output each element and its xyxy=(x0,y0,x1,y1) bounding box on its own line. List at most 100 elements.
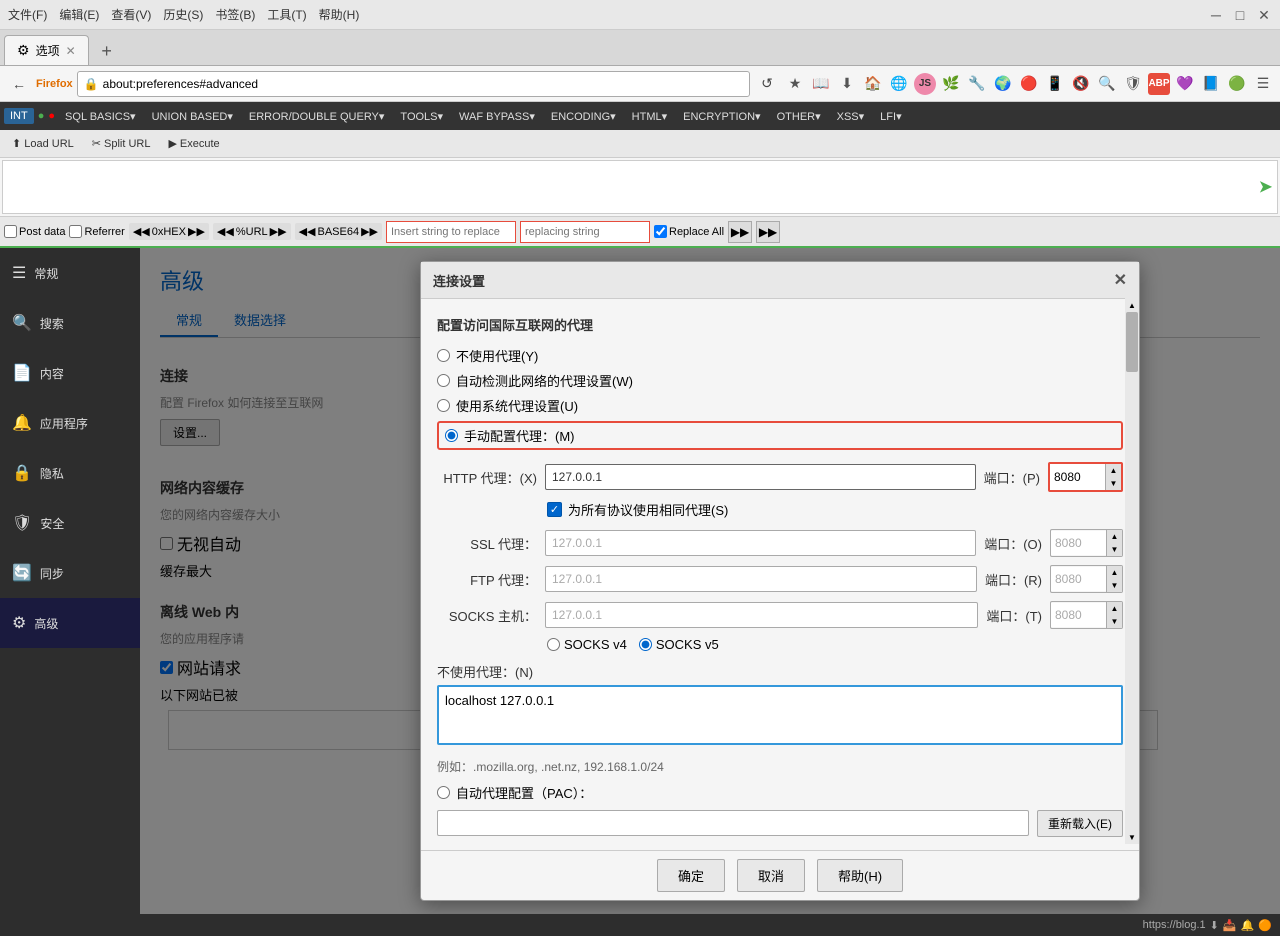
hackbar-green-arrow[interactable]: ➤ xyxy=(1258,177,1273,198)
http-port-input[interactable] xyxy=(1050,464,1105,490)
http-proxy-input[interactable] xyxy=(545,464,976,490)
other-menu[interactable]: OTHER▾ xyxy=(771,108,827,125)
socks-host-input[interactable] xyxy=(545,602,978,628)
scroll-up-button[interactable]: ▲ xyxy=(1125,298,1139,312)
green-dot-1[interactable]: ● xyxy=(38,110,45,122)
encoding-menu[interactable]: ENCODING▾ xyxy=(545,108,622,125)
union-based-menu[interactable]: UNION BASED▾ xyxy=(146,108,239,125)
cancel-button[interactable]: 取消 xyxy=(737,859,805,892)
encryption-menu[interactable]: ENCRYPTION▾ xyxy=(677,108,766,125)
scroll-thumb[interactable] xyxy=(1126,312,1138,372)
reload-pac-button[interactable]: 重新载入(E) xyxy=(1037,810,1123,837)
scroll-down-button[interactable]: ▼ xyxy=(1125,830,1139,844)
ssl-port-down[interactable]: ▼ xyxy=(1106,543,1122,556)
replacing-string-input[interactable] xyxy=(520,221,650,243)
proxy-none-radio[interactable] xyxy=(437,349,450,362)
sidebar-item-search[interactable]: 🔍 搜索 xyxy=(0,298,140,348)
execute-button[interactable]: ▶ Execute xyxy=(160,135,227,152)
socks-v5-radio[interactable] xyxy=(639,638,652,651)
adblock-icon[interactable]: ABP xyxy=(1148,73,1170,95)
socks-port-up[interactable]: ▲ xyxy=(1106,602,1122,615)
sidebar-item-sync[interactable]: 🔄 同步 xyxy=(0,548,140,598)
ext-icon-2[interactable]: 🔧 xyxy=(966,73,988,95)
proxy-manual-radio[interactable] xyxy=(445,429,458,442)
dialog-scrollbar[interactable]: ▲ ▼ xyxy=(1125,298,1139,844)
proxy-system-option[interactable]: 使用系统代理设置(U) xyxy=(437,396,1123,415)
sidebar-item-content[interactable]: 📄 内容 xyxy=(0,348,140,398)
address-input[interactable] xyxy=(103,77,743,91)
referrer-checkbox-label[interactable]: Referrer xyxy=(69,225,124,238)
ftp-port-up[interactable]: ▲ xyxy=(1106,566,1122,579)
insert-string-input[interactable] xyxy=(386,221,516,243)
proxy-manual-option[interactable]: 手动配置代理：(M) xyxy=(437,421,1123,450)
socks-v4-radio[interactable] xyxy=(547,638,560,651)
menu-edit[interactable]: 编辑(E) xyxy=(59,6,99,23)
ftp-port-input[interactable] xyxy=(1051,567,1106,591)
hamburger-menu[interactable]: ☰ xyxy=(1252,73,1274,95)
ext-icon-4[interactable]: 🔴 xyxy=(1018,73,1040,95)
socks-port-down[interactable]: ▼ xyxy=(1106,615,1122,628)
ssl-port-input[interactable] xyxy=(1051,531,1106,555)
menu-help[interactable]: 帮助(H) xyxy=(319,6,360,23)
auto-proxy-radio[interactable] xyxy=(437,786,450,799)
sidebar-item-security[interactable]: 🛡 安全 xyxy=(0,498,140,548)
http-port-down[interactable]: ▼ xyxy=(1105,477,1121,490)
menu-tools[interactable]: 工具(T) xyxy=(267,6,306,23)
referrer-checkbox[interactable] xyxy=(69,225,82,238)
base64-encode-button[interactable]: ◀◀ BASE64 ▶▶ xyxy=(295,223,382,240)
close-tab-button[interactable]: ✕ xyxy=(66,44,76,58)
lfi-menu[interactable]: LFI▾ xyxy=(874,108,907,125)
scroll-track[interactable] xyxy=(1125,312,1139,830)
sql-basics-menu[interactable]: SQL BASICS▾ xyxy=(59,108,142,125)
help-button[interactable]: 帮助(H) xyxy=(817,859,903,892)
minimize-button[interactable]: ─ xyxy=(1208,7,1224,23)
bookmark-star-icon[interactable]: ★ xyxy=(784,73,806,95)
sidebar-item-advanced[interactable]: ⚙ 高级 xyxy=(0,598,140,648)
ok-button[interactable]: 确定 xyxy=(657,859,725,892)
ftp-proxy-input[interactable] xyxy=(545,566,977,592)
hex-encode-button[interactable]: ◀◀ 0xHEX ▶▶ xyxy=(129,223,209,240)
shield-icon[interactable]: 🛡 xyxy=(1122,73,1144,95)
red-dot-1[interactable]: ● xyxy=(48,110,55,122)
download-icon[interactable]: ⬇ xyxy=(836,73,858,95)
replace-forward-button[interactable]: ▶▶ xyxy=(728,221,752,243)
ext-icon-5[interactable]: 📱 xyxy=(1044,73,1066,95)
menu-history[interactable]: 历史(S) xyxy=(163,6,203,23)
replace-backward-button[interactable]: ▶▶ xyxy=(756,221,780,243)
auto-proxy-url-input[interactable] xyxy=(437,810,1029,836)
reload-button[interactable]: ↺ xyxy=(754,71,780,97)
reader-icon[interactable]: 📖 xyxy=(810,73,832,95)
ext-icon-6[interactable]: 🔇 xyxy=(1070,73,1092,95)
address-bar[interactable]: 🔒 xyxy=(77,71,750,97)
sidebar-item-general[interactable]: ☰ 常规 xyxy=(0,248,140,298)
maximize-button[interactable]: □ xyxy=(1232,7,1248,23)
close-button[interactable]: ✕ xyxy=(1256,7,1272,23)
world-icon[interactable]: 🌐 xyxy=(888,73,910,95)
socks-v4-option[interactable]: SOCKS v4 xyxy=(547,637,627,652)
proxy-auto-detect-option[interactable]: 自动检测此网络的代理设置(W) xyxy=(437,371,1123,390)
ssl-port-up[interactable]: ▲ xyxy=(1106,530,1122,543)
replace-all-checkbox[interactable] xyxy=(654,225,667,238)
menu-file[interactable]: 文件(F) xyxy=(8,6,47,23)
split-url-button[interactable]: ✂ Split URL xyxy=(84,135,159,152)
hackbar-url-input[interactable] xyxy=(9,165,1251,209)
url-encode-button[interactable]: ◀◀ %URL ▶▶ xyxy=(213,223,291,240)
http-port-up[interactable]: ▲ xyxy=(1105,464,1121,477)
ext-blue-icon[interactable]: 📘 xyxy=(1200,73,1222,95)
tab-options[interactable]: ⚙ 选项 ✕ xyxy=(4,35,89,65)
auto-proxy-option[interactable]: 自动代理配置（PAC）： xyxy=(437,783,592,802)
new-tab-button[interactable]: + xyxy=(93,37,121,65)
proxy-system-radio[interactable] xyxy=(437,399,450,412)
ext-green-icon[interactable]: 🟢 xyxy=(1226,73,1248,95)
tools-menu[interactable]: TOOLS▾ xyxy=(394,108,449,125)
ext-icon-3[interactable]: 🌍 xyxy=(992,73,1014,95)
home-icon[interactable]: 🏠 xyxy=(862,73,884,95)
ssl-proxy-input[interactable] xyxy=(545,530,976,556)
post-data-checkbox-label[interactable]: Post data xyxy=(4,225,65,238)
proxy-auto-detect-radio[interactable] xyxy=(437,374,450,387)
back-button[interactable]: ← xyxy=(6,71,32,97)
ext-purple-icon[interactable]: 💜 xyxy=(1174,73,1196,95)
sidebar-item-apps[interactable]: 🔔 应用程序 xyxy=(0,398,140,448)
waf-bypass-menu[interactable]: WAF BYPASS▾ xyxy=(453,108,541,125)
socks-v5-option[interactable]: SOCKS v5 xyxy=(639,637,719,652)
